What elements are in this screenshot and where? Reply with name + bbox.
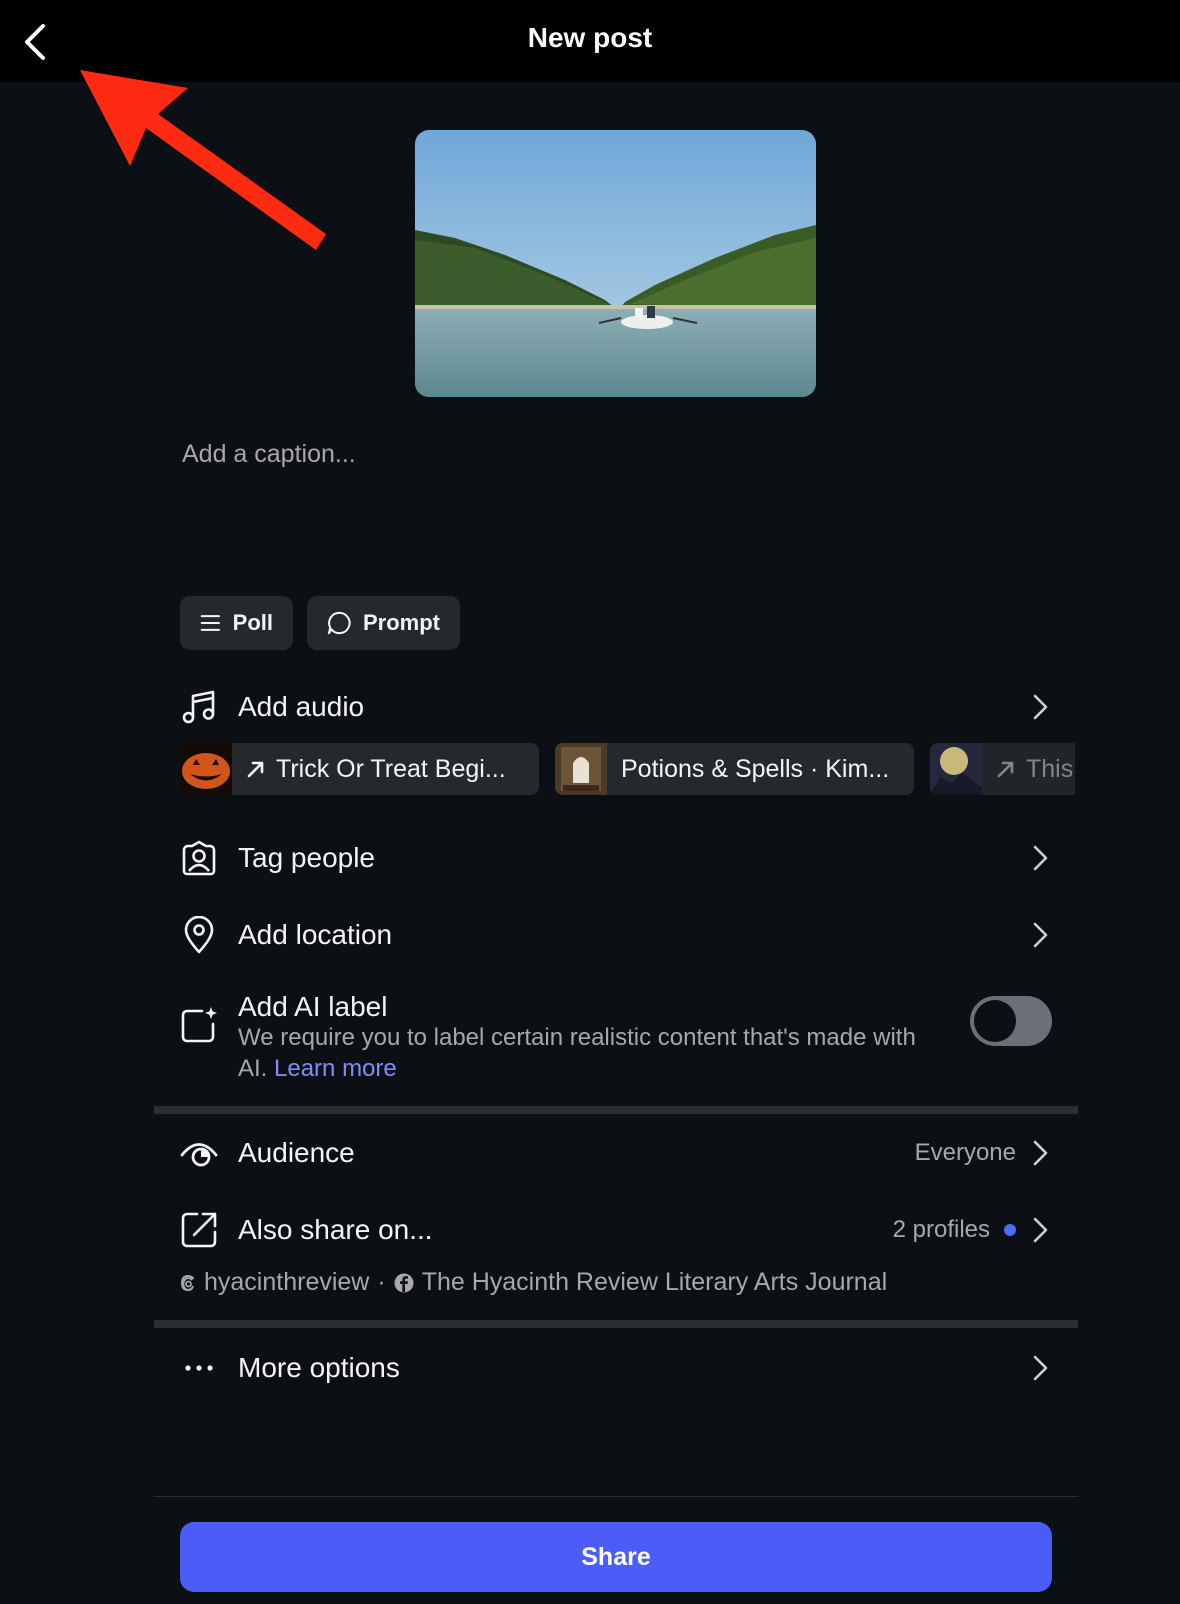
moon-thumbnail: [930, 743, 982, 795]
threads-account: hyacinthreview: [204, 1268, 370, 1296]
caption-input[interactable]: [182, 440, 1042, 580]
section-divider: [154, 1320, 1078, 1328]
tag-people-label: Tag people: [238, 842, 376, 873]
more-options-row[interactable]: More options: [180, 1346, 1050, 1390]
chevron-right-icon: [1033, 1217, 1048, 1243]
chevron-right-icon: [1033, 922, 1048, 948]
add-location-row[interactable]: Add location: [180, 913, 1050, 957]
trending-arrow-icon: [247, 761, 264, 778]
annotation-arrow-icon: [80, 70, 326, 250]
ai-sparkle-icon: [180, 1006, 218, 1044]
audio-suggestion-item[interactable]: Trick Or Treat Begi...: [180, 743, 539, 795]
share-accounts: hyacinthreview · The Hyacinth Review Lit…: [180, 1268, 887, 1297]
more-dots-icon: [180, 1349, 218, 1387]
post-photo-preview[interactable]: [415, 130, 816, 397]
also-share-row[interactable]: Also share on... 2 profiles: [180, 1208, 1050, 1252]
share-button[interactable]: Share: [180, 1522, 1052, 1592]
audio-title: Potions & Spells · Kim...: [621, 754, 890, 783]
ai-label-title: Add AI label: [238, 991, 388, 1022]
poll-button[interactable]: Poll: [180, 596, 293, 650]
learn-more-link[interactable]: Learn more: [274, 1055, 397, 1082]
tag-people-row[interactable]: Tag people: [180, 836, 1050, 880]
chevron-right-icon: [1033, 1140, 1048, 1166]
pumpkin-thumbnail: [180, 743, 232, 795]
audience-eye-icon: [180, 1134, 218, 1172]
poll-label: Poll: [232, 610, 273, 635]
chevron-right-icon: [1033, 845, 1048, 871]
also-share-label: Also share on...: [238, 1214, 433, 1245]
facebook-icon: [394, 1273, 414, 1292]
ai-label-toggle[interactable]: [970, 996, 1052, 1046]
location-pin-icon: [180, 916, 218, 954]
audio-suggestion-item[interactable]: Potions & Spells · Kim...: [555, 743, 914, 795]
photo-image: [415, 130, 816, 397]
tag-person-icon: [180, 839, 218, 877]
music-note-icon: [180, 688, 218, 726]
notification-dot: [1004, 1224, 1016, 1236]
share-arrow-box-icon: [180, 1211, 218, 1249]
list-icon: [200, 615, 220, 631]
add-audio-row[interactable]: Add audio: [180, 687, 1050, 727]
footer-divider: [154, 1496, 1078, 1497]
audio-title: This: [1026, 754, 1074, 783]
facebook-account: The Hyacinth Review Literary Arts Journa…: [421, 1268, 888, 1296]
prompt-button[interactable]: Prompt: [307, 596, 460, 650]
audio-suggestion-item[interactable]: This: [930, 743, 1075, 795]
account-separator: ·: [377, 1268, 386, 1296]
add-location-label: Add location: [238, 919, 393, 950]
toggle-knob: [974, 1000, 1016, 1042]
ghostly-greetings-thumbnail: [555, 743, 607, 795]
chevron-right-icon: [1033, 694, 1048, 720]
threads-icon: [180, 1274, 195, 1291]
page-title: New post: [527, 22, 653, 53]
audio-suggestions: Trick Or Treat Begi... Potions & Spells …: [180, 743, 1075, 795]
audience-value: Everyone: [914, 1139, 1016, 1166]
speech-bubble-icon: [327, 611, 351, 635]
audience-row[interactable]: Audience Everyone: [180, 1131, 1050, 1175]
audience-label: Audience: [238, 1137, 355, 1168]
audio-title: Trick Or Treat Begi...: [276, 754, 506, 783]
trending-arrow-icon: [997, 761, 1014, 778]
ai-label-description: We require you to label certain realisti…: [238, 1022, 938, 1084]
also-share-value: 2 profiles: [892, 1216, 990, 1243]
add-audio-label: Add audio: [238, 691, 365, 722]
prompt-label: Prompt: [363, 610, 440, 635]
section-divider: [154, 1106, 1078, 1114]
chevron-right-icon: [1033, 1355, 1048, 1381]
more-options-label: More options: [238, 1352, 400, 1383]
